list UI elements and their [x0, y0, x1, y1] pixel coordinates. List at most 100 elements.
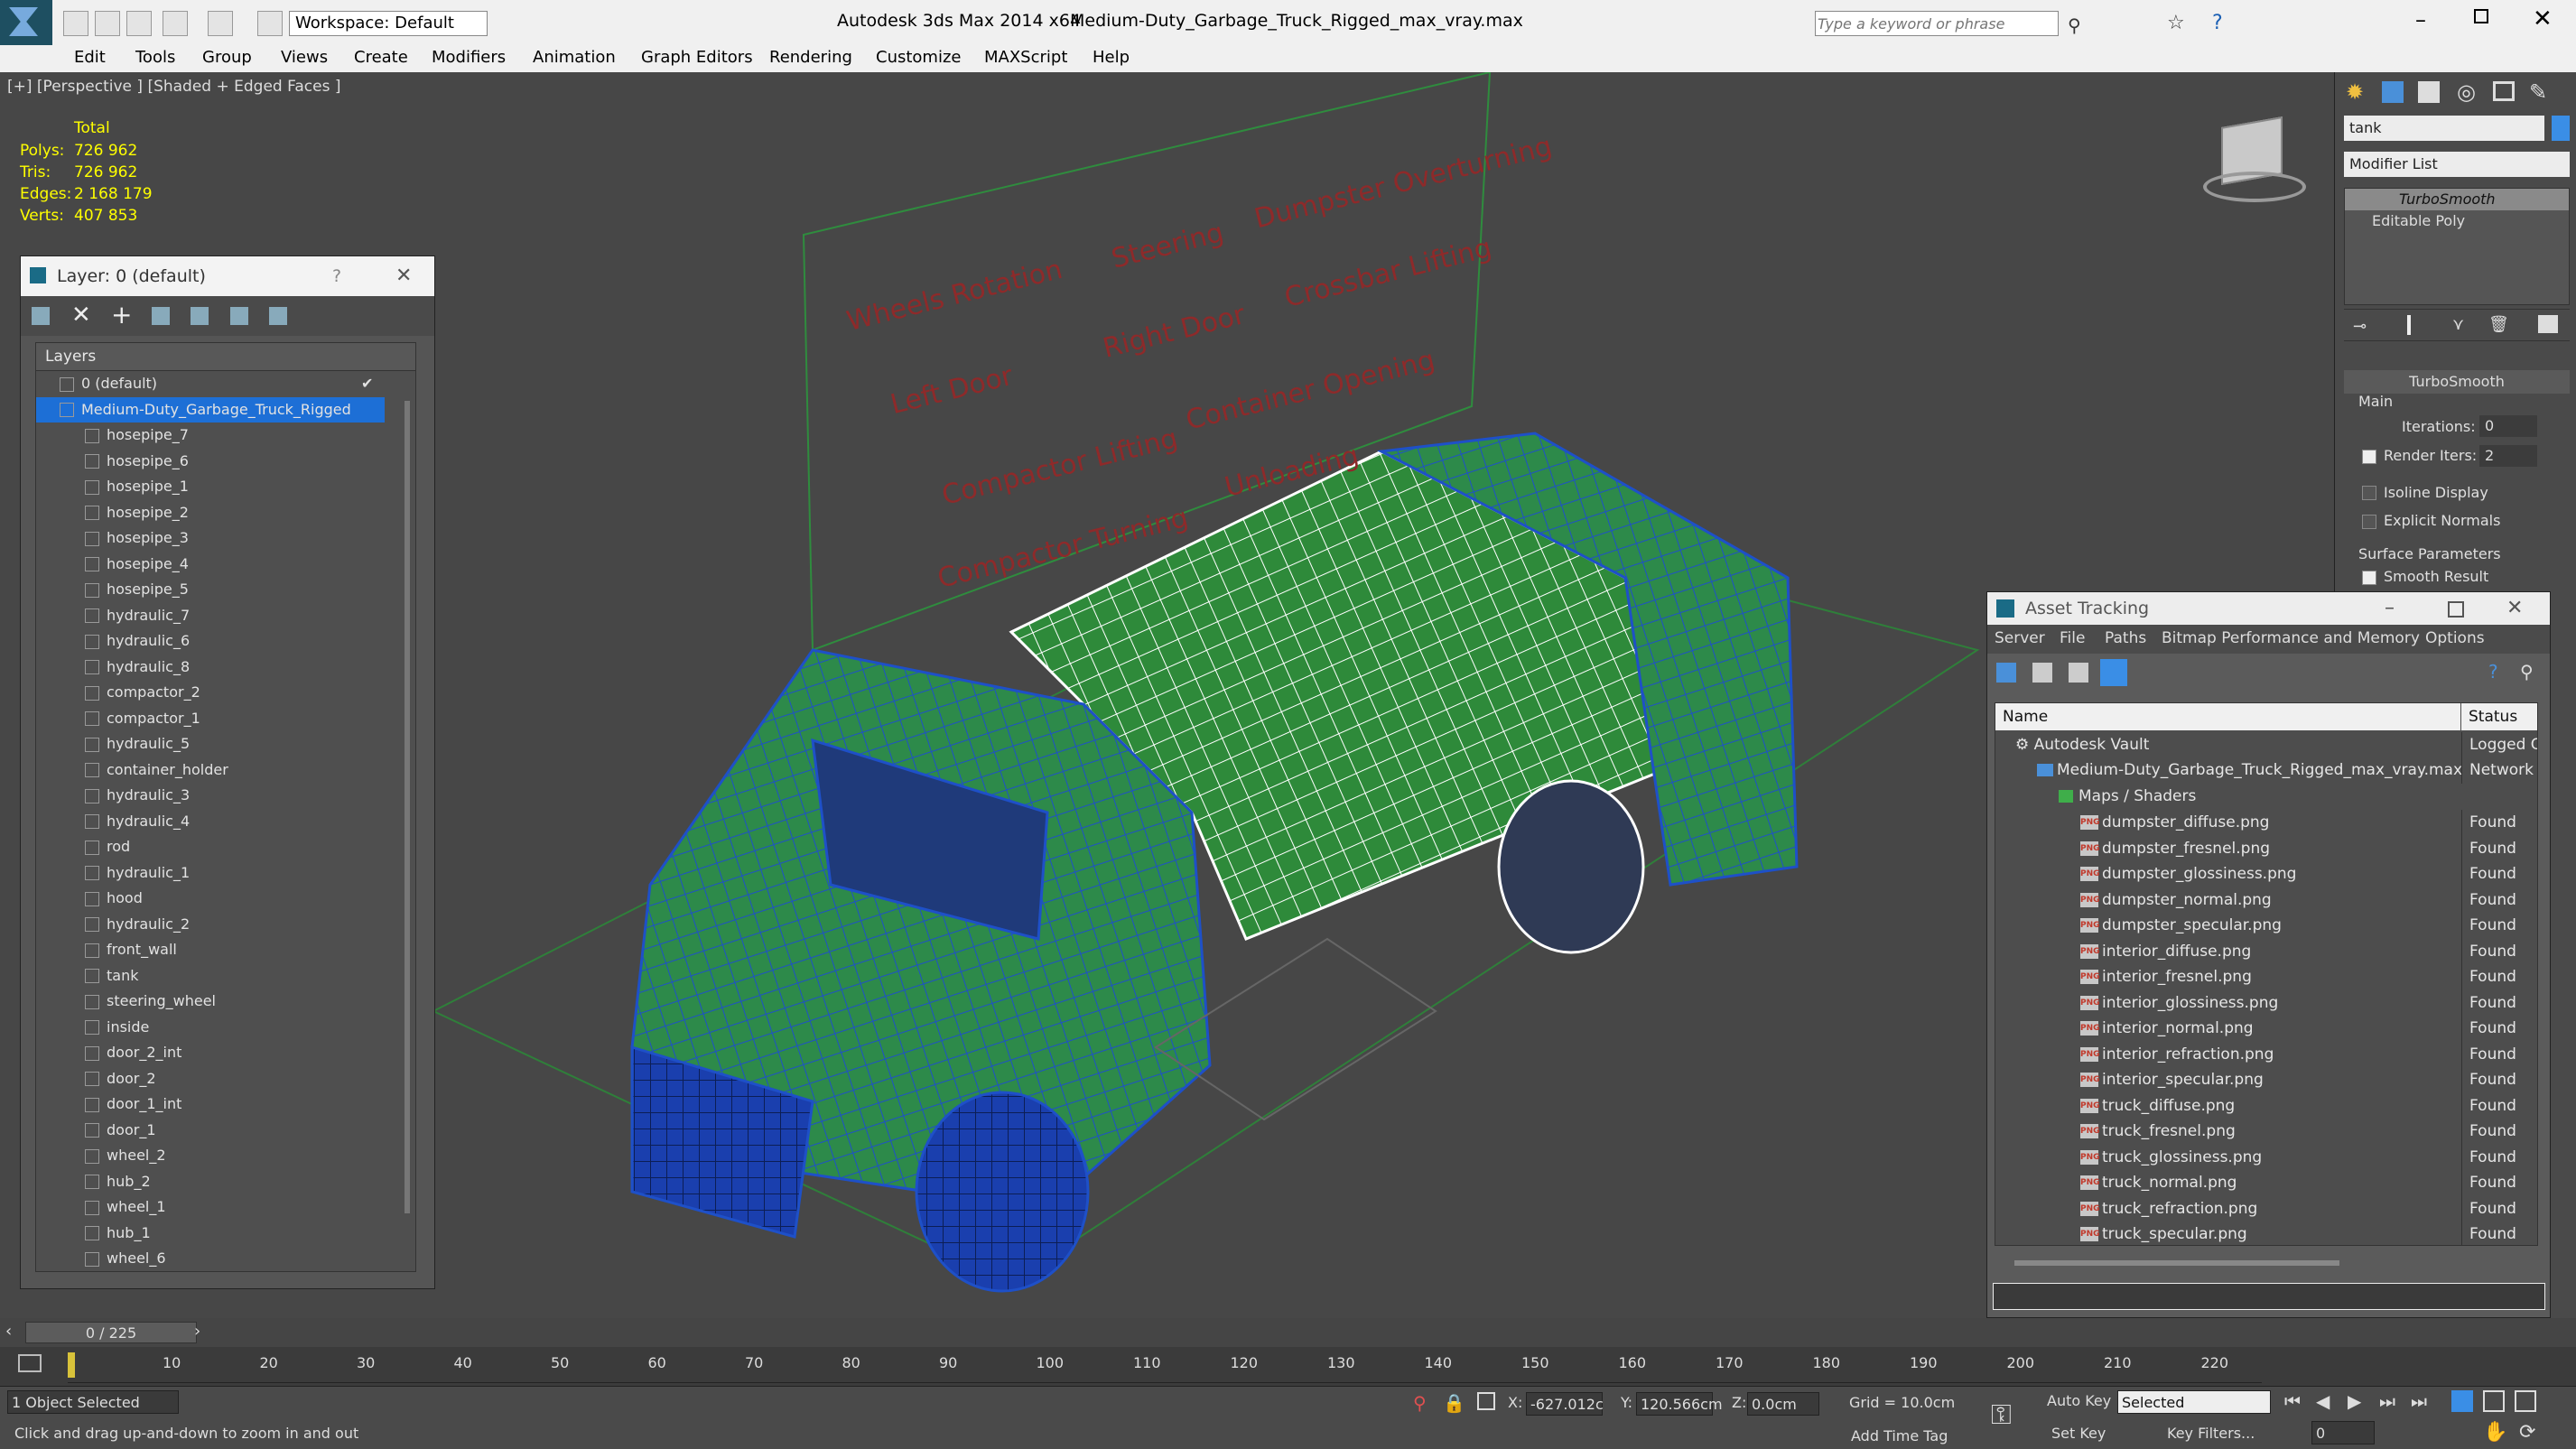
- open-icon[interactable]: [95, 11, 120, 36]
- minimize-icon[interactable]: –: [2385, 592, 2395, 625]
- search-input[interactable]: [1815, 11, 2059, 36]
- add-to-layer-icon[interactable]: +: [111, 300, 132, 330]
- asset-menu-bitmap[interactable]: Bitmap Performance and Memory: [2162, 629, 2420, 647]
- asset-row-vault[interactable]: ⚙ Autodesk Vault Logged O: [1995, 732, 2537, 758]
- layer-object-row[interactable]: hydraulic_2: [36, 912, 415, 938]
- help-icon[interactable]: ?: [2212, 12, 2223, 34]
- object-name-field[interactable]: tank: [2344, 116, 2544, 141]
- layer-object-row[interactable]: hosepipe_4: [36, 552, 415, 578]
- asset-row-file[interactable]: Medium-Duty_Garbage_Truck_Rigged_max_vra…: [1995, 757, 2537, 784]
- layer-object-row[interactable]: wheel_6: [36, 1246, 415, 1271]
- layer-object-row[interactable]: wheel_2: [36, 1143, 415, 1169]
- iterations-spinner[interactable]: 0: [2479, 415, 2537, 437]
- workspace-dropdown[interactable]: Workspace: Default: [289, 11, 488, 36]
- object-color-swatch[interactable]: [2552, 116, 2570, 141]
- explicit-normals-checkbox[interactable]: [2362, 515, 2376, 529]
- lock-icon[interactable]: 🔒: [1443, 1392, 1465, 1414]
- asset-map-row[interactable]: PNG truck_diffuse.png Found: [1995, 1092, 2537, 1119]
- remove-modifier-icon[interactable]: 🗑: [2488, 315, 2509, 334]
- utilities-tab-icon[interactable]: ✎: [2529, 79, 2547, 105]
- delete-layer-icon[interactable]: ✕: [71, 302, 91, 329]
- col-name-header[interactable]: Name: [1995, 703, 2460, 730]
- isoline-checkbox[interactable]: [2362, 486, 2376, 500]
- menu-maxscript[interactable]: MAXScript: [984, 48, 1067, 67]
- layer-object-row[interactable]: hosepipe_6: [36, 449, 415, 475]
- layer-object-row[interactable]: hydraulic_1: [36, 860, 415, 887]
- layer-object-row[interactable]: compactor_2: [36, 680, 415, 706]
- col-status-header[interactable]: Status: [2461, 703, 2537, 730]
- asset-map-row[interactable]: PNG interior_normal.png Found: [1995, 1016, 2537, 1042]
- layer-object-row[interactable]: hub_2: [36, 1169, 415, 1195]
- hierarchy-tab-icon[interactable]: [2418, 81, 2440, 103]
- layer-object-row[interactable]: door_1_int: [36, 1091, 415, 1118]
- layer-object-row[interactable]: tank: [36, 963, 415, 989]
- curve-editor-icon[interactable]: [18, 1354, 42, 1372]
- menu-modifiers[interactable]: Modifiers: [432, 48, 506, 67]
- prev-key-icon[interactable]: ◀: [2316, 1390, 2330, 1412]
- current-frame-field[interactable]: 0: [2311, 1421, 2375, 1444]
- table-view-icon[interactable]: [2100, 659, 2127, 686]
- asset-menu-file[interactable]: File: [2060, 629, 2085, 647]
- asset-map-row[interactable]: PNG truck_fresnel.png Found: [1995, 1119, 2537, 1145]
- help-icon[interactable]: ?: [2488, 661, 2498, 683]
- select-objects-icon[interactable]: [152, 307, 170, 325]
- asset-tracking-header[interactable]: Asset Tracking – ✕: [1987, 592, 2550, 625]
- layer-object-row[interactable]: hub_1: [36, 1221, 415, 1247]
- stack-item-turbosmooth[interactable]: TurboSmooth: [2345, 189, 2569, 210]
- menu-create[interactable]: Create: [354, 48, 408, 67]
- create-tab-icon[interactable]: ✹: [2346, 79, 2364, 105]
- selected-set-dropdown[interactable]: Selected: [2117, 1390, 2271, 1414]
- play-icon[interactable]: ▶: [2348, 1390, 2361, 1412]
- menu-help[interactable]: Help: [1093, 48, 1130, 67]
- layer-object-row[interactable]: hood: [36, 886, 415, 912]
- key-filters-button[interactable]: Key Filters...: [2167, 1425, 2255, 1442]
- save-icon[interactable]: [126, 11, 152, 36]
- layer-panel-header[interactable]: Layer: 0 (default) ? ✕: [21, 256, 434, 296]
- set-key-button[interactable]: Set Key: [2051, 1425, 2106, 1442]
- layer-object-row[interactable]: hydraulic_6: [36, 628, 415, 655]
- app-logo-icon[interactable]: [0, 0, 52, 45]
- asset-map-row[interactable]: PNG truck_refraction.png Found: [1995, 1195, 2537, 1221]
- y-coordinate[interactable]: 120.566cm: [1636, 1392, 1723, 1416]
- binoculars-icon[interactable]: ⚲: [2068, 14, 2081, 36]
- layers-column-header[interactable]: Layers: [36, 343, 415, 371]
- asset-map-row[interactable]: PNG dumpster_diffuse.png Found: [1995, 810, 2537, 836]
- layer-object-row[interactable]: front_wall: [36, 937, 415, 963]
- new-icon[interactable]: [63, 11, 88, 36]
- prev-frame-icon[interactable]: ‹: [5, 1322, 12, 1341]
- asset-map-row[interactable]: PNG truck_normal.png Found: [1995, 1170, 2537, 1196]
- redo-icon[interactable]: [208, 11, 233, 36]
- star-icon[interactable]: ☆: [2167, 12, 2185, 34]
- menu-graph-editors[interactable]: Graph Editors: [641, 48, 753, 67]
- orbit-icon[interactable]: ⟳: [2519, 1421, 2535, 1444]
- zoom-extents-icon[interactable]: [2515, 1390, 2536, 1412]
- asset-map-row[interactable]: PNG interior_diffuse.png Found: [1995, 938, 2537, 964]
- time-slider[interactable]: ‹ 0 / 225 ›: [0, 1318, 2576, 1347]
- absolute-mode-icon[interactable]: [1477, 1392, 1495, 1410]
- layer-object-row[interactable]: hosepipe_7: [36, 423, 415, 449]
- rollout-turbosmooth[interactable]: TurboSmooth: [2344, 370, 2570, 394]
- modify-tab-icon[interactable]: [2382, 81, 2404, 103]
- viewport-label[interactable]: [+] [Perspective ] [Shaded + Edged Faces…: [7, 78, 340, 96]
- layer-object-row[interactable]: hosepipe_2: [36, 500, 415, 526]
- show-end-result-icon[interactable]: [2407, 315, 2411, 335]
- layer-row-default[interactable]: 0 (default) ✔: [36, 371, 415, 397]
- stack-item-editable-poly[interactable]: Editable Poly: [2345, 210, 2569, 232]
- set-key-icon[interactable]: ⚿: [1991, 1399, 2012, 1431]
- goto-start-icon[interactable]: ⏮: [2284, 1390, 2301, 1412]
- viewcube-icon[interactable]: [2203, 116, 2306, 202]
- menu-group[interactable]: Group: [202, 48, 252, 67]
- configure-sets-icon[interactable]: [2538, 315, 2558, 333]
- create-layer-icon[interactable]: [32, 307, 50, 325]
- asset-path-field[interactable]: [1993, 1283, 2545, 1310]
- minimize-icon[interactable]: –: [2415, 7, 2426, 33]
- menu-tools[interactable]: Tools: [135, 48, 175, 67]
- selection-lock-icon[interactable]: ⚲: [1413, 1392, 1427, 1414]
- asset-map-row[interactable]: PNG interior_glossiness.png Found: [1995, 989, 2537, 1016]
- hide-all-icon[interactable]: [230, 307, 248, 325]
- layer-object-row[interactable]: wheel_1: [36, 1194, 415, 1221]
- active-check-icon[interactable]: ✔: [361, 371, 373, 397]
- goto-end-icon[interactable]: ⏭: [2411, 1390, 2427, 1412]
- refresh-icon[interactable]: [1996, 663, 2016, 683]
- render-iters-spinner[interactable]: 2: [2479, 445, 2537, 467]
